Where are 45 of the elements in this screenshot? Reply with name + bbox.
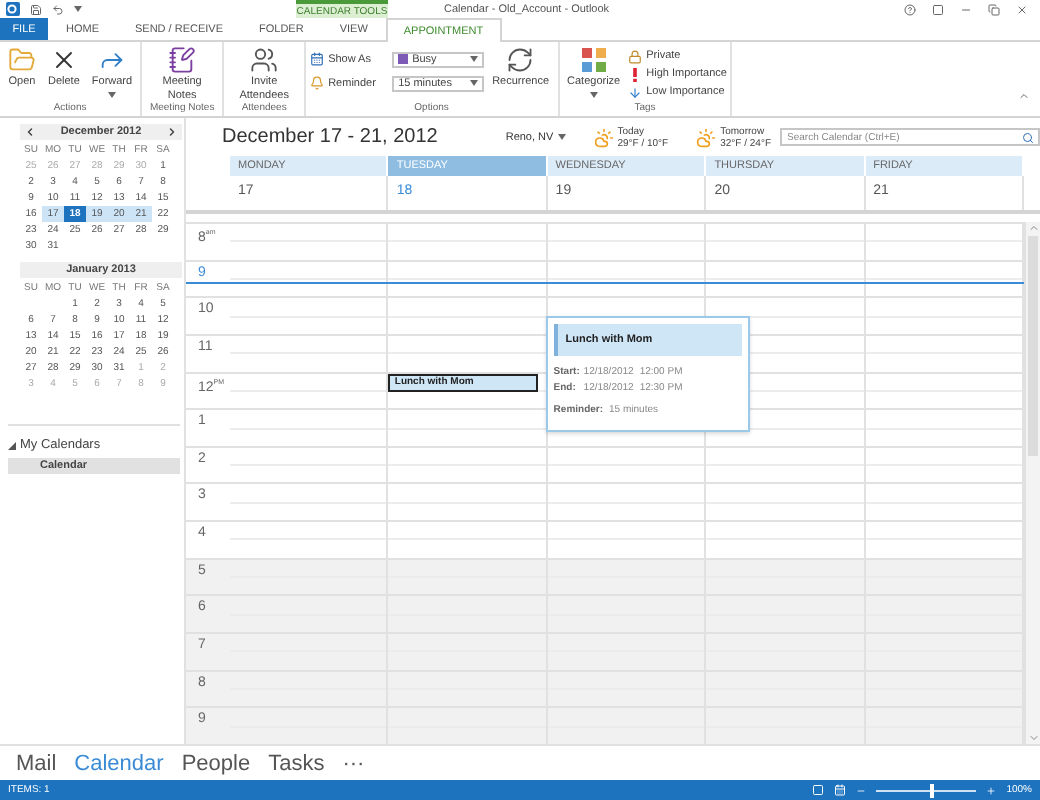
- undo-icon[interactable]: [52, 3, 64, 15]
- caret-icon: [557, 134, 566, 140]
- restore-icon[interactable]: [988, 3, 1000, 15]
- close-icon[interactable]: [1016, 3, 1028, 15]
- folder-icon: [8, 46, 36, 74]
- help-icon[interactable]: [904, 3, 916, 15]
- zoom-out-icon[interactable]: [856, 785, 867, 795]
- recurrence-icon: [506, 46, 535, 74]
- scroll-up-icon[interactable]: [1027, 222, 1039, 234]
- scroll-bar[interactable]: [1024, 222, 1040, 744]
- lock-icon: [628, 49, 643, 63]
- nav-item[interactable]: Tasks: [268, 751, 325, 775]
- status-square-icon: [398, 54, 409, 64]
- nav-item[interactable]: ···: [342, 751, 365, 775]
- nav-item[interactable]: People: [181, 751, 251, 775]
- caret-icon: [74, 6, 82, 12]
- exclamation-icon: [628, 67, 643, 81]
- save-icon[interactable]: [30, 3, 42, 15]
- nav-item[interactable]: Calendar: [74, 751, 164, 775]
- normal-view-icon[interactable]: [812, 784, 825, 796]
- previous-icon[interactable]: [24, 126, 36, 138]
- calendar-icon: [310, 52, 325, 66]
- scroll-down-icon[interactable]: [1027, 732, 1039, 744]
- date-range: December 17 - 21, 2012: [222, 126, 438, 148]
- zoom-in-icon[interactable]: [986, 785, 997, 795]
- caret-icon: [589, 91, 598, 97]
- ribbon-display-icon[interactable]: [932, 3, 944, 15]
- next-icon[interactable]: [166, 126, 178, 138]
- reading-view-icon[interactable]: [834, 784, 847, 796]
- expanded-icon[interactable]: [8, 441, 16, 449]
- zoom-thumb[interactable]: [929, 783, 934, 797]
- weather-icon: [593, 127, 614, 147]
- bell-icon: [310, 76, 325, 90]
- caret-icon: [107, 91, 116, 97]
- down-arrow-icon: [628, 85, 643, 99]
- caret-icon: [470, 56, 479, 62]
- collapse-icon[interactable]: [1018, 90, 1030, 102]
- caret-icon: [470, 80, 479, 86]
- color-grid-icon: [579, 46, 608, 74]
- minimize-icon[interactable]: [960, 3, 972, 15]
- search-icon[interactable]: [1021, 131, 1034, 143]
- people-icon: [250, 46, 279, 74]
- weather-icon: [696, 127, 717, 147]
- notebook-icon: [168, 46, 197, 74]
- nav-item[interactable]: Mail: [16, 751, 57, 775]
